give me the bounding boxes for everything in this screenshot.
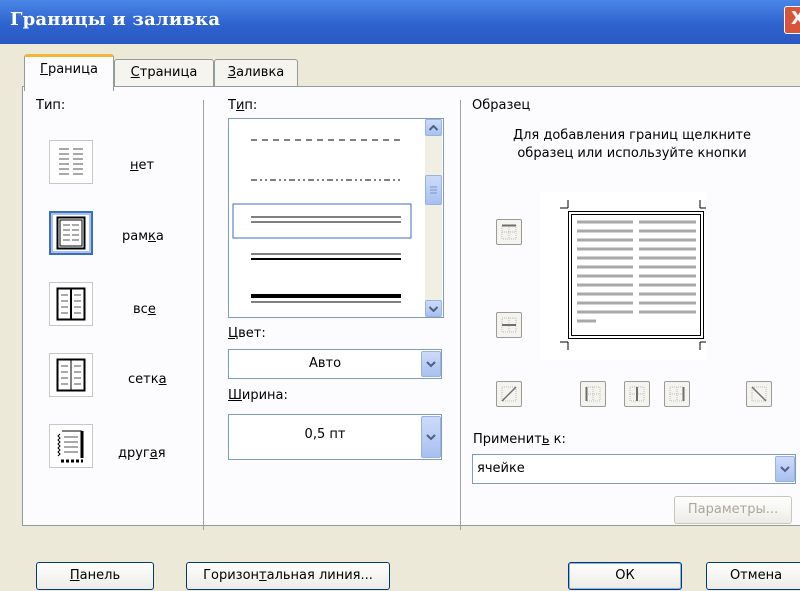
preview-hint-line2: образец или используйте кнопки [517,146,747,161]
apply-to-dropdown[interactable]: ячейке [472,454,796,484]
border-none-button[interactable] [49,140,93,184]
border-custom-icon [57,430,84,463]
border-custom-label: другая [118,446,166,461]
border-grid-label: сетка [128,372,167,387]
width-dropdown[interactable]: 0,5 пт [228,414,442,460]
border-diagonal-up-icon [501,386,517,402]
border-diagonal-down-icon [751,386,767,402]
scroll-down-button[interactable] [425,300,442,317]
apply-to-value: ячейке [477,461,525,476]
tab-shading[interactable]: Заливка [214,59,298,88]
scroll-up-button[interactable] [425,119,442,136]
apply-to-dropdown-arrow[interactable] [775,456,795,482]
type-label: Тип: [36,98,66,113]
panel-button[interactable]: Панель [36,562,154,590]
border-box-label: рамка [122,229,164,244]
window-title: Границы и заливка [10,9,221,30]
left-border-button[interactable] [580,381,606,407]
inside-horizontal-border-button[interactable] [496,312,522,338]
border-grid-button[interactable] [49,353,93,397]
border-all-button[interactable] [49,282,93,326]
border-custom-button[interactable] [49,424,93,468]
border-top-icon [501,224,517,240]
tab-page[interactable]: Страница [114,59,214,88]
diagonal-up-border-button[interactable] [496,381,522,407]
preview-hint-line1: Для добавления границ щелкните [512,128,752,143]
line-style-selection [232,203,412,239]
preview-label: Образец [472,98,531,113]
border-all-label: все [133,302,156,317]
width-label: Ширина: [228,388,288,403]
horizontal-line-button[interactable]: Горизонтальная линия... [186,562,390,590]
border-inside-vertical-icon [629,386,645,402]
line-style-list[interactable] [228,118,444,318]
preview-area[interactable] [540,192,708,360]
color-label: Цвет: [228,326,266,341]
chevron-down-icon [426,433,436,440]
cancel-button[interactable]: Отмена [706,562,800,590]
right-border-button[interactable] [664,381,690,407]
title-bar[interactable]: Границы и заливка X [0,0,800,44]
chevron-up-icon [429,124,438,131]
border-box-icon [56,216,86,250]
close-button[interactable]: X [784,6,800,34]
border-none-label: нет [130,158,155,173]
chevron-down-icon [426,360,436,367]
border-grid-icon [56,358,86,392]
chevron-down-icon [780,465,790,472]
separator-right [460,100,461,530]
top-border-button[interactable] [496,219,522,245]
border-right-icon [669,386,685,402]
color-dropdown-arrow[interactable] [421,351,441,377]
border-box-button[interactable] [49,211,93,255]
options-button[interactable]: Параметры... [674,496,792,524]
width-dropdown-arrow[interactable] [421,416,441,458]
line-style-options [232,139,412,303]
preview-table-icon [560,200,708,350]
border-left-icon [585,386,601,402]
diagonal-down-border-button[interactable] [746,381,772,407]
line-style-scrollbar[interactable] [425,119,442,317]
apply-to-label: Применить к: [473,432,566,447]
border-none-icon [59,148,83,175]
width-value: 0,5 пт [304,427,346,442]
inside-vertical-border-button[interactable] [624,381,650,407]
preview-hint: Для добавления границ щелкните образец и… [472,127,792,163]
separator-left [203,100,204,530]
color-value: Авто [308,356,342,371]
ok-button[interactable]: ОК [568,562,682,590]
border-inside-horizontal-icon [501,317,517,333]
style-label: Тип: [228,98,258,113]
color-dropdown[interactable]: Авто [228,349,442,379]
grip-icon [430,186,437,194]
scroll-thumb[interactable] [425,175,442,205]
tab-border[interactable]: Граница [24,54,114,91]
chevron-down-icon [429,305,438,312]
border-all-icon [56,287,86,321]
